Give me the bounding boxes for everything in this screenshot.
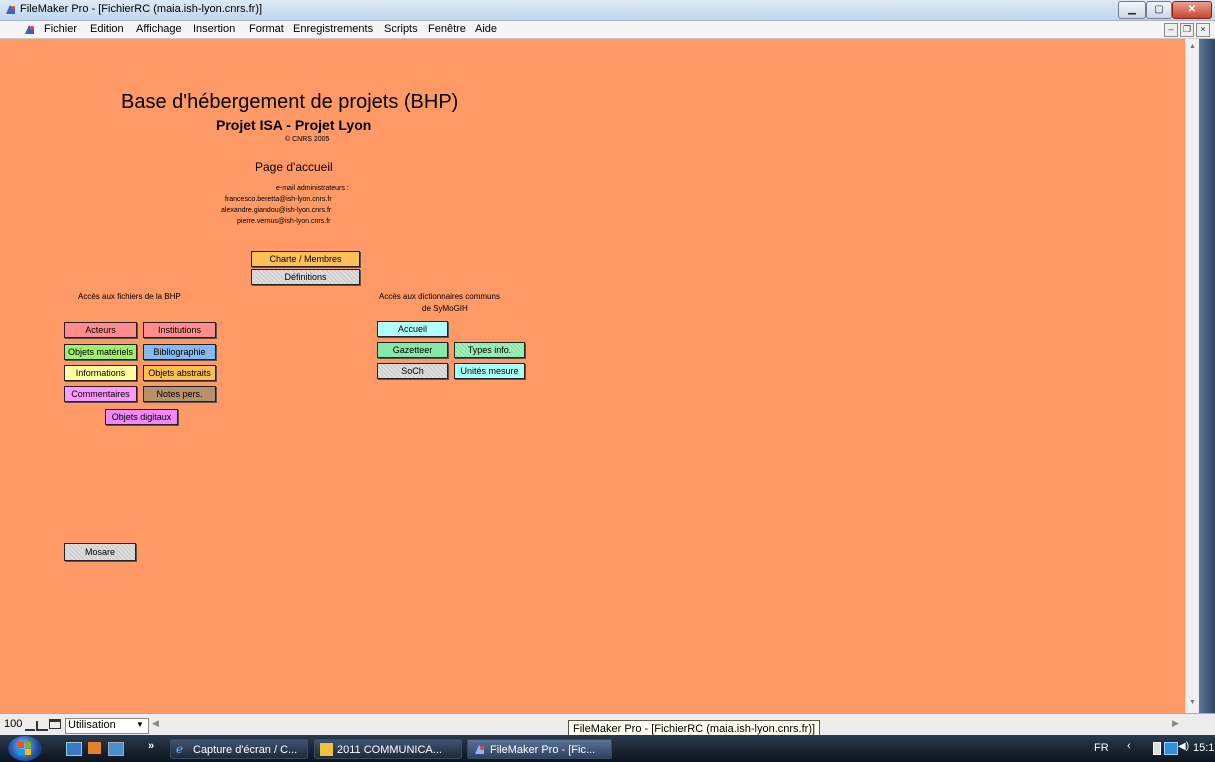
definitions-button[interactable]: Définitions [251,269,360,285]
gazetteer-button[interactable]: Gazetteer [377,342,448,358]
internet-explorer-icon: ℯ [176,742,184,756]
accueil-button[interactable]: Accueil [377,321,448,337]
menu-format[interactable]: Format [249,23,284,35]
commentaires-button[interactable]: Commentaires [64,386,137,402]
vertical-scrollbar[interactable]: ▲ ▼ [1185,39,1200,713]
soch-button[interactable]: SoCh [377,363,448,379]
layout-left-gutter [0,39,17,713]
menu-insertion[interactable]: Insertion [193,23,235,35]
menu-affichage[interactable]: Affichage [136,23,182,35]
welcome-heading: Page d'accueil [255,160,333,174]
mdi-restore-icon[interactable]: ❐ [1180,23,1194,37]
filemaker-icon [475,745,484,754]
chevron-down-icon[interactable]: ▼ [136,720,144,729]
taskbar-item[interactable]: 2011 COMMUNICA... [314,739,462,759]
close-button[interactable]: ✕ [1172,1,1212,19]
bhp-files-label: Accès aux fichiers de la BHP [78,292,181,301]
scroll-left-icon[interactable]: ◀ [152,718,159,729]
institutions-button[interactable]: Institutions [143,322,216,338]
menu-bar: Fichier Edition Affichage Insertion Form… [0,21,1215,39]
layout-area: Base d'hébergement de projets (BHP) Proj… [17,39,1185,713]
minimize-icon: ▁ [1128,4,1136,15]
symogih-label: Accès aux dictionnaires communs [379,292,500,301]
mosare-button[interactable]: Mosare [64,543,136,561]
window-title: FileMaker Pro - [FichierRC (maia.ish-lyo… [20,3,263,15]
admin-email: francesco.beretta@ish-lyon.cnrs.fr [225,196,332,203]
more-icon[interactable]: » [148,740,154,752]
objets-materiels-button[interactable]: Objets matériels [64,344,137,360]
acteurs-button[interactable]: Acteurs [64,322,137,338]
maximize-button[interactable]: ▢ [1146,1,1172,19]
switch-windows-icon[interactable] [108,742,124,756]
zoom-out-icon[interactable] [25,721,35,731]
mode-select[interactable]: Utilisation ▼ [65,718,149,734]
maximize-icon: ▢ [1154,4,1164,15]
menu-edition[interactable]: Edition [90,23,124,35]
page-title: Base d'hébergement de projets (BHP) [121,91,459,113]
admin-label: e-mail administrateurs : [276,185,349,192]
mdi-close-icon[interactable]: × [1196,23,1210,37]
status-bar: 100 Utilisation ▼ ◀ ▶ FileMaker Pro - [F… [0,713,1215,738]
language-indicator[interactable]: FR [1094,742,1109,754]
menu-scripts[interactable]: Scripts [384,23,418,35]
menu-fenetre[interactable]: Fenêtre [428,23,466,35]
taskbar-item-label: 2011 COMMUNICA... [337,744,442,756]
charte-membres-button[interactable]: Charte / Membres [251,251,360,267]
scroll-down-icon[interactable]: ▼ [1189,699,1196,706]
mode-select-value: Utilisation [68,719,116,731]
menu-fichier[interactable]: Fichier [44,23,77,35]
show-desktop-icon[interactable] [66,742,82,756]
tray-expand-icon[interactable]: ‹ [1127,740,1131,752]
filemaker-app-icon [6,5,15,14]
menu-aide[interactable]: Aide [475,23,497,35]
windows-taskbar: » ℯ Capture d'écran / C... 2011 COMMUNIC… [0,735,1215,762]
network-icon[interactable] [1164,742,1178,755]
bibliographie-button[interactable]: Bibliographie [143,344,216,360]
objets-digitaux-button[interactable]: Objets digitaux [105,409,178,425]
taskbar-item-label: Capture d'écran / C... [193,744,298,756]
window-title-bar[interactable]: FileMaker Pro - [FichierRC (maia.ish-lyo… [0,0,1215,21]
volume-icon[interactable]: ◀) [1178,741,1189,752]
taskbar-item[interactable]: FileMaker Pro - [Fic... [467,739,612,759]
symogih-label: de SyMoGIH [422,304,468,313]
scroll-up-icon[interactable]: ▲ [1189,43,1196,50]
notes-pers-button[interactable]: Notes pers. [143,386,216,402]
close-icon: ✕ [1187,4,1197,15]
copyright-text: © CNRS 2005 [285,136,330,143]
taskbar-item[interactable]: ℯ Capture d'écran / C... [170,739,308,759]
types-info-button[interactable]: Types info. [454,342,525,358]
project-subtitle: Projet ISA - Projet Lyon [216,117,372,133]
media-player-icon[interactable] [88,742,101,754]
mdi-minimize-icon[interactable]: – [1164,23,1178,37]
scroll-right-icon[interactable]: ▶ [1172,718,1179,729]
admin-email: alexandre.giandou@ish-lyon.cnrs.fr [221,207,332,214]
clock[interactable]: 15:15 [1193,742,1215,754]
informations-button[interactable]: Informations [64,365,137,381]
unites-mesure-button[interactable]: Unités mesure [454,363,525,379]
admin-email: pierre.vernus@ish-lyon.cnrs.fr [237,218,331,225]
folder-icon [320,743,333,756]
document-icon[interactable] [23,23,36,36]
start-button[interactable] [8,736,42,761]
windows-logo-icon [18,742,31,755]
battery-icon[interactable] [1153,742,1161,755]
zoom-level[interactable]: 100 [4,718,22,730]
status-area-toggle-icon[interactable] [49,719,61,729]
minimize-button[interactable]: ▁ [1118,1,1146,19]
desktop-edge [1199,39,1215,713]
taskbar-item-label: FileMaker Pro - [Fic... [490,744,596,756]
zoom-in-icon[interactable] [36,721,48,731]
menu-enregistrements[interactable]: Enregistrements [293,23,373,35]
objets-abstraits-button[interactable]: Objets abstraits [143,365,216,381]
